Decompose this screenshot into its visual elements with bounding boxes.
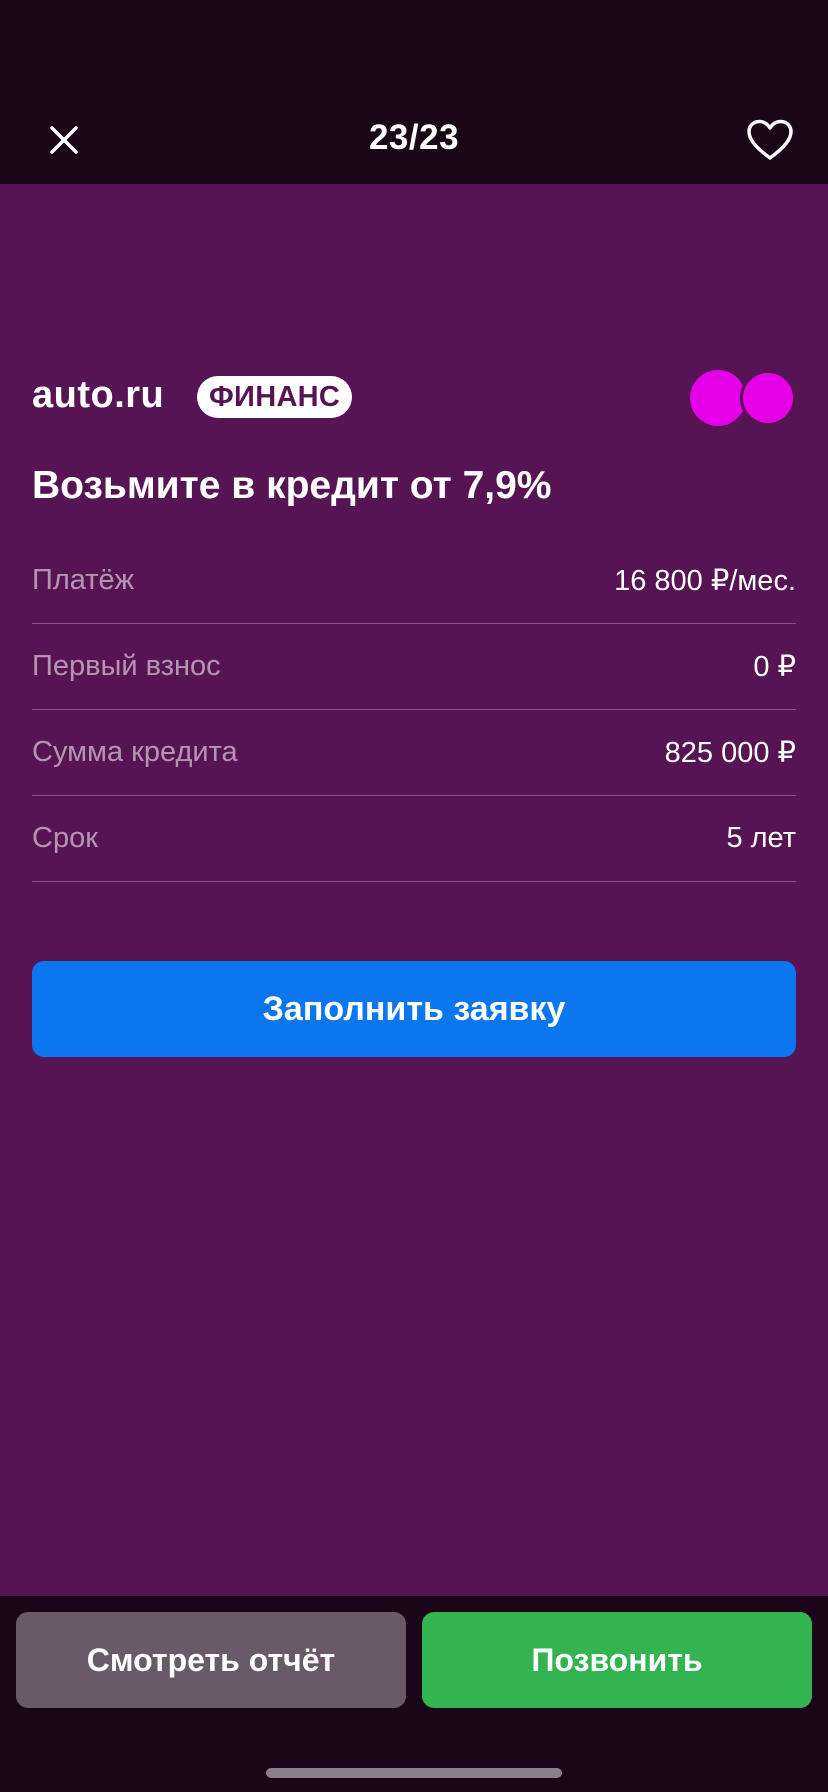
brand-name: auto.ru [32,374,165,416]
favorite-button[interactable] [742,112,798,168]
promo-headline: Возьмите в кредит от 7,9% [32,464,552,507]
detail-row-payment: Платёж 16 800 ₽/мес. [32,538,796,624]
apply-button[interactable]: Заполнить заявку [32,961,796,1057]
detail-row-term: Срок 5 лет [32,796,796,882]
top-bar: 23/23 [0,0,828,184]
brand-logo: auto.ru ФИНАНС [32,370,796,430]
detail-label: Сумма кредита [32,736,238,768]
call-button[interactable]: Позвонить [422,1612,812,1708]
home-indicator[interactable] [266,1768,562,1778]
photo-counter: 23/23 [368,118,460,157]
detail-value: 16 800 ₽/мес. [614,565,796,597]
detail-row-down-payment: Первый взнос 0 ₽ [32,624,796,710]
detail-label: Срок [32,822,98,854]
circle-left [690,370,746,426]
detail-value: 825 000 ₽ [664,737,796,769]
detail-value: 0 ₽ [753,651,796,683]
bottom-action-bar: Смотреть отчёт Позвонить [0,1596,828,1792]
brand-badge: ФИНАНС [197,376,353,418]
detail-label: Платёж [32,564,135,596]
circle-right [740,370,796,426]
credit-details: Платёж 16 800 ₽/мес. Первый взнос 0 ₽ Су… [32,538,796,882]
detail-row-loan-amount: Сумма кредита 825 000 ₽ [32,710,796,796]
brand-circles-icon [690,370,796,426]
heart-outline-icon [747,119,793,160]
view-report-button[interactable]: Смотреть отчёт [16,1612,406,1708]
gallery-screen: 23/23 auto.ru ФИНАНС Возьмите в кредит о… [0,0,828,1792]
detail-label: Первый взнос [32,650,221,682]
detail-value: 5 лет [726,822,796,854]
